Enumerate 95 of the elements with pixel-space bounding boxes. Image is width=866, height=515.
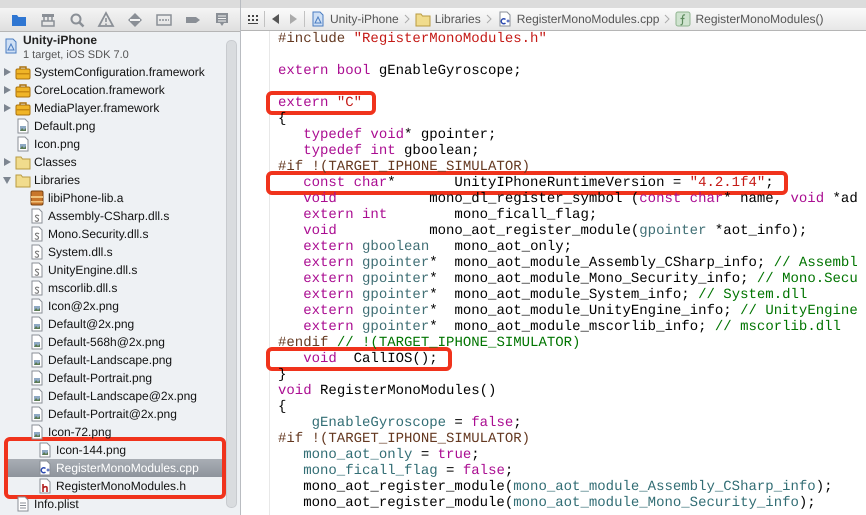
cpp-icon	[496, 11, 513, 27]
tree-item[interactable]: Libraries	[0, 171, 226, 189]
disclosure-triangle-icon[interactable]	[2, 157, 12, 167]
assembly-file-icon	[29, 280, 45, 296]
code-line: {	[278, 399, 288, 415]
assembly-file-icon	[29, 226, 45, 242]
code-line: extern gpointer* mono_aot_module_UnityEngine_info; // UnityEngine	[302, 303, 858, 319]
tree-item[interactable]: Default-Portrait@2x.png	[0, 405, 226, 423]
folder-file-icon	[15, 154, 31, 170]
tree-item[interactable]: Default-568h@2x.png	[0, 333, 226, 351]
image-file-icon	[15, 136, 31, 152]
code-line: mono_ficall_flag = false;	[302, 463, 514, 479]
code-line: extern gpointer* mono_aot_module_Mono_Security_info; // Mono.Secu	[302, 271, 858, 287]
back-arrow-icon[interactable]	[270, 13, 282, 25]
disclosure-triangle-icon[interactable]	[2, 103, 12, 113]
code-line: gEnableGyroscope = false;	[310, 415, 523, 431]
code-line: typedef void* gpointer;	[302, 127, 498, 143]
framework-file-icon	[15, 64, 31, 80]
tree-item[interactable]: Icon-144.png	[8, 441, 222, 459]
image-file-icon	[29, 388, 45, 404]
cpp-file-icon	[37, 460, 53, 476]
tree-item[interactable]: Default.png	[0, 117, 226, 135]
breadcrumb-item[interactable]: RegisterMonoModules()	[675, 11, 824, 27]
code-line: extern gboolean mono_aot_only;	[302, 239, 574, 255]
tree-item[interactable]: Default@2x.png	[0, 315, 226, 333]
tree-item[interactable]: Default-Landscape@2x.png	[0, 387, 226, 405]
tree-item[interactable]: Classes	[0, 153, 226, 171]
code-line: extern gpointer* mono_aot_module_mscorlib_info; // mscorlib.dll	[302, 319, 842, 335]
tree-item[interactable]: MediaPlayer.framework	[0, 99, 226, 117]
chevron-icon	[486, 14, 492, 24]
folder-icon	[414, 11, 431, 27]
tree-item[interactable]: Assembly-CSharp.dll.s	[0, 207, 226, 225]
code-line: extern gpointer* mono_aot_module_Assembly_CSharp_info; // Assembl	[302, 255, 858, 271]
tree-item[interactable]: Default-Portrait.png	[0, 369, 226, 387]
tree-item[interactable]: Icon@2x.png	[0, 297, 226, 315]
header-file-icon	[37, 478, 53, 494]
breadcrumb-item[interactable]: Libraries	[414, 11, 481, 27]
disclosure-triangle-icon[interactable]	[2, 67, 12, 77]
code-line: mono_aot_only = true;	[302, 447, 481, 463]
breadcrumb-item[interactable]: Unity-iPhone	[310, 11, 399, 27]
chevron-icon	[664, 14, 670, 24]
image-file-icon	[37, 442, 53, 458]
project-subtitle: 1 target, iOS SDK 7.0	[23, 48, 129, 62]
warning-icon[interactable]	[96, 10, 114, 28]
grid-icon[interactable]	[247, 13, 259, 25]
forward-arrow-icon[interactable]	[287, 13, 299, 25]
image-file-icon	[15, 118, 31, 134]
code-line: typedef int gboolean;	[302, 143, 481, 159]
assembly-file-icon	[29, 262, 45, 278]
image-file-icon	[29, 406, 45, 422]
library-file-icon	[29, 190, 45, 206]
search-icon[interactable]	[68, 10, 86, 28]
project-name[interactable]: Unity-iPhone	[23, 32, 129, 48]
image-file-icon	[29, 298, 45, 314]
framework-file-icon	[15, 82, 31, 98]
code-line: mono_aot_register_module(mono_aot_module_Assembly_CSharp_info);	[302, 479, 834, 495]
disclosure-triangle-icon[interactable]	[2, 175, 12, 185]
scrollbar[interactable]	[226, 40, 237, 508]
code-line: void mono_aot_register_module(gpointer *aot_info);	[302, 223, 808, 239]
code-line: extern bool gEnableGyroscope;	[278, 63, 523, 79]
project-icon	[310, 11, 326, 27]
code-line: void RegisterMonoModules()	[278, 383, 498, 399]
assembly-file-icon	[29, 244, 45, 260]
tree-item[interactable]: libiPhone-lib.a	[0, 189, 226, 207]
breadcrumb-item[interactable]: RegisterMonoModules.cpp	[496, 11, 660, 27]
disclosure-triangle-icon[interactable]	[2, 85, 12, 95]
image-file-icon	[29, 316, 45, 332]
tree-item[interactable]: Icon.png	[0, 135, 226, 153]
code-line: mono_aot_register_module(mono_aot_module_Mono_Security_info);	[302, 495, 817, 511]
image-file-icon	[29, 424, 45, 440]
framework-file-icon	[15, 100, 31, 116]
tree-item[interactable]: Default-Landscape.png	[0, 351, 226, 369]
image-file-icon	[29, 370, 45, 386]
tree-item[interactable]: CoreLocation.framework	[0, 81, 226, 99]
diamond-icon[interactable]	[126, 10, 144, 28]
image-file-icon	[29, 334, 45, 350]
code-line: extern gpointer* mono_aot_module_System_info; // System.dll	[302, 287, 808, 303]
assembly-file-icon	[29, 208, 45, 224]
function-icon	[675, 11, 692, 27]
code-line: #include "RegisterMonoModules.h"	[278, 31, 548, 47]
image-file-icon	[29, 352, 45, 368]
code-line: extern int mono_ficall_flag;	[302, 207, 598, 223]
tree-item[interactable]: Info.plist	[0, 495, 226, 513]
code-line: #if !(TARGET_IPHONE_SIMULATOR)	[278, 431, 532, 447]
plist-file-icon	[15, 496, 31, 512]
tree-item[interactable]: Icon-72.png	[0, 423, 226, 441]
tree-item[interactable]: RegisterMonoModules.h	[8, 477, 222, 495]
tree-item[interactable]: UnityEngine.dll.s	[0, 261, 226, 279]
tree-item[interactable]: System.dll.s	[0, 243, 226, 261]
tree-item[interactable]: SystemConfiguration.framework	[0, 63, 226, 81]
tree-item[interactable]: mscorlib.dll.s	[0, 279, 226, 297]
tree-item[interactable]: Mono.Security.dll.s	[0, 225, 226, 243]
folder-file-icon	[15, 172, 31, 188]
project-icon	[3, 38, 19, 54]
chevron-icon	[404, 14, 410, 24]
